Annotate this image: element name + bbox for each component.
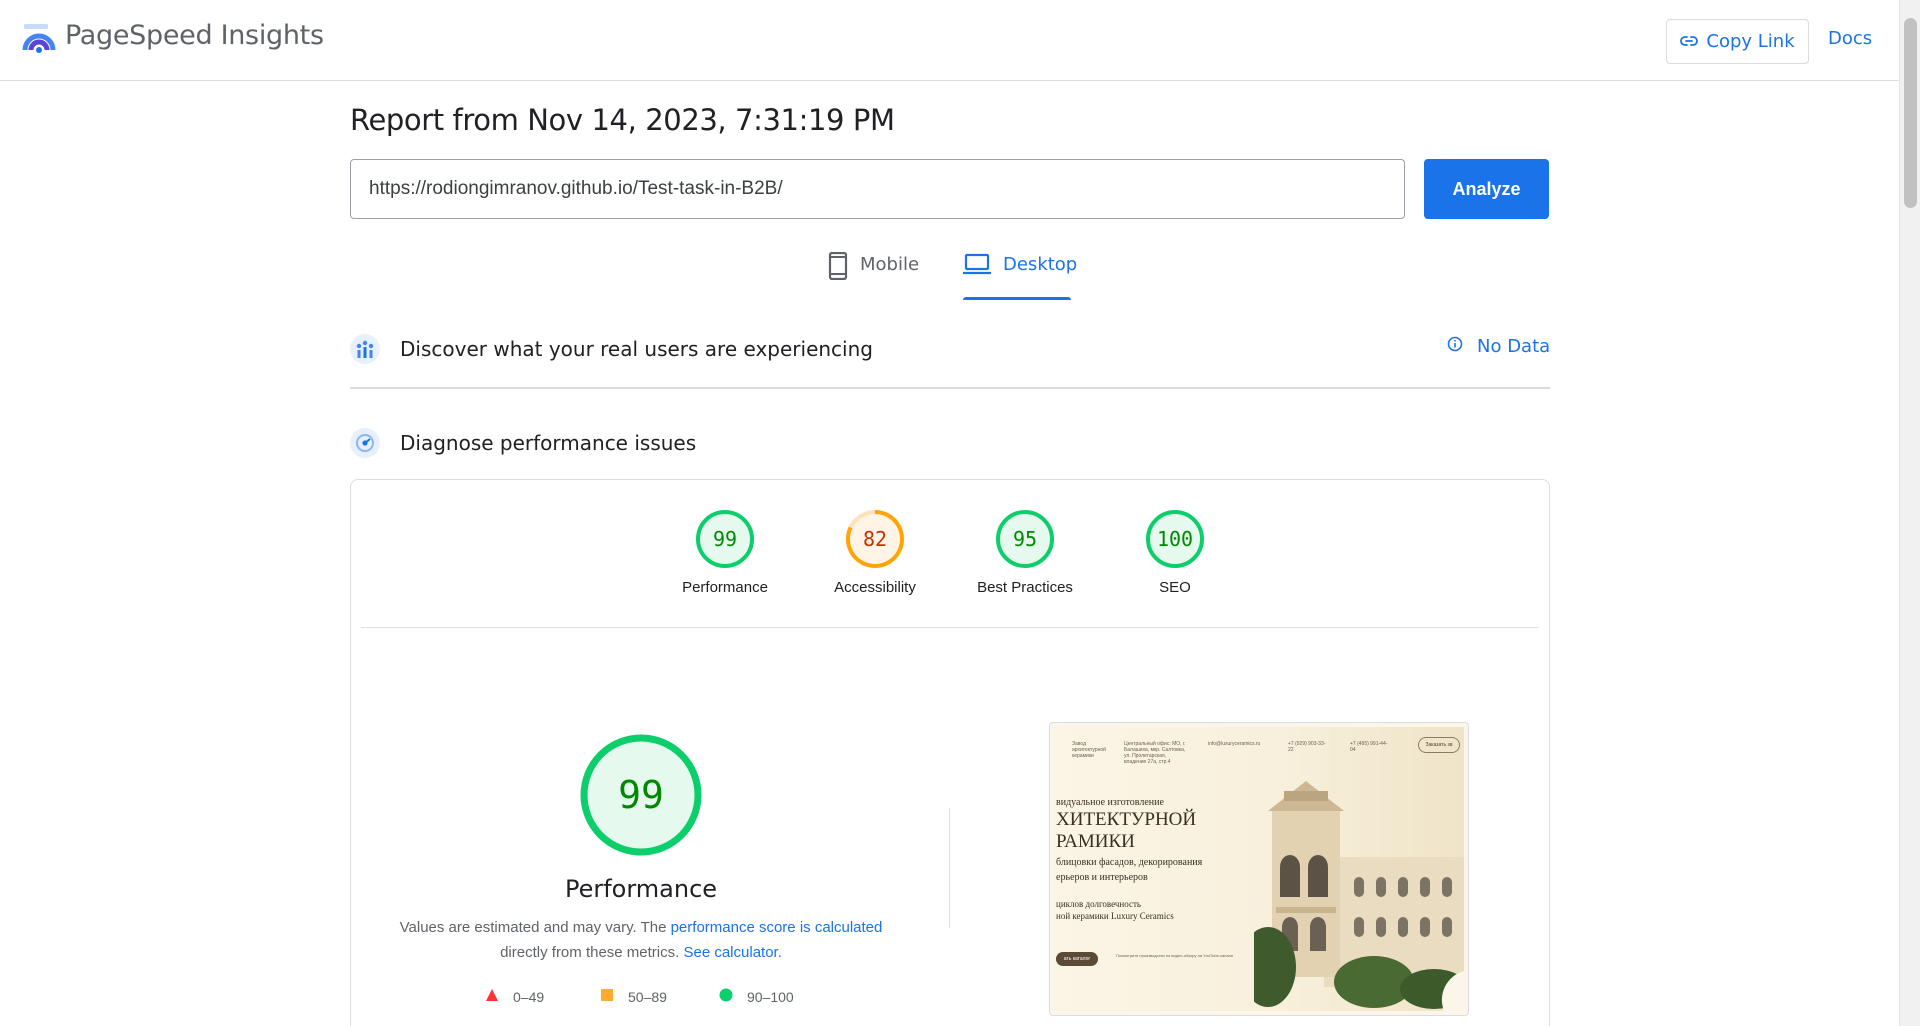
legend-label: 50–89 — [628, 988, 667, 1005]
performance-big-gauge: 99 — [579, 733, 703, 857]
laptop-icon — [963, 252, 991, 281]
screenshot-text: Посмотрите производство по видео-обзору … — [1116, 953, 1234, 958]
desc-text: Values are estimated and may vary. The — [399, 919, 671, 936]
final-screenshot[interactable]: Завод архитектурной керамики Центральный… — [1049, 722, 1469, 1016]
screenshot-text: ной керамики Luxury Ceramics — [1056, 911, 1174, 921]
score-value: 99 — [713, 527, 737, 551]
diagnose-title: Diagnose performance issues — [400, 431, 697, 455]
screenshot-heading: РАМИКИ — [1056, 831, 1135, 852]
see-calculator-link[interactable]: See calculator. — [683, 944, 781, 961]
performance-title: Performance — [564, 875, 718, 903]
green-circle-icon — [719, 988, 733, 1005]
gauge-ring: 95 — [996, 510, 1054, 568]
page-scrollbar[interactable] — [1899, 0, 1920, 1026]
users-chart-icon — [350, 334, 380, 364]
screenshot-nav: Завод архитектурной керамики Центральный… — [1072, 741, 1458, 765]
active-tab-indicator — [963, 297, 1071, 300]
score-gauge-seo[interactable]: 100 SEO — [1100, 508, 1250, 596]
castle-illustration — [1254, 781, 1464, 1011]
screenshot-text: блицовки фасадов, декорирования — [1056, 857, 1203, 868]
screenshot-nav-item: Центральный офис: МО, г. Балашиха, мкр. … — [1124, 741, 1186, 765]
legend-item-fail: 0–49 — [485, 988, 544, 1005]
screenshot-nav-item: +7 (495) 991-44-04 — [1350, 741, 1388, 753]
legend-label: 90–100 — [747, 988, 794, 1005]
legend-item-pass: 90–100 — [719, 988, 794, 1005]
score-gauge-performance[interactable]: 99 Performance — [650, 508, 800, 596]
score-label: Performance — [682, 579, 768, 596]
top-app-bar: PageSpeed Insights Copy Link Docs — [0, 0, 1899, 81]
tab-mobile-label: Mobile — [860, 254, 920, 275]
copy-link-label: Copy Link — [1706, 31, 1795, 52]
section-divider — [350, 387, 1550, 389]
app-title[interactable]: PageSpeed Insights — [65, 20, 324, 51]
tab-desktop[interactable]: Desktop — [963, 252, 1077, 302]
field-data-title: Discover what your real users are experi… — [400, 337, 873, 361]
screenshot-cta: Заказать зв — [1418, 737, 1460, 753]
screenshot-nav-item: Завод архитектурной керамики — [1072, 741, 1106, 759]
copy-link-button[interactable]: Copy Link — [1666, 19, 1809, 64]
score-gauge-best-practices[interactable]: 95 Best Practices — [950, 508, 1100, 596]
score-gauge-accessibility[interactable]: 82 Accessibility — [800, 508, 950, 596]
card-divider — [361, 627, 1539, 628]
score-label: SEO — [1159, 579, 1191, 596]
gauge-ring: 100 — [1146, 510, 1204, 568]
tab-desktop-label: Desktop — [1003, 254, 1078, 275]
scrollbar-thumb[interactable] — [1904, 18, 1917, 208]
analyze-button[interactable]: Analyze — [1424, 159, 1549, 219]
vertical-divider — [949, 808, 950, 928]
score-label: Best Practices — [977, 579, 1073, 596]
score-value: 100 — [1157, 527, 1193, 551]
screenshot-button: ать каталог — [1056, 952, 1098, 966]
score-value: 82 — [863, 527, 887, 551]
no-data-link[interactable]: No Data — [1447, 336, 1550, 357]
legend-label: 0–49 — [513, 988, 545, 1005]
score-label: Accessibility — [834, 579, 916, 596]
screenshot-text: видуальное изготовление — [1056, 797, 1164, 808]
phone-icon — [828, 251, 848, 285]
screenshot-heading: ХИТЕКТУРНОЙ — [1056, 809, 1197, 830]
red-triangle-icon — [485, 988, 499, 1005]
screenshot-text: циклов долговечность — [1056, 899, 1141, 909]
performance-description: Values are estimated and may vary. The p… — [381, 915, 901, 965]
score-value: 95 — [1013, 527, 1037, 551]
screenshot-nav-item: info@luxuryceramics.ru — [1208, 741, 1261, 747]
score-calculated-link[interactable]: performance score is calculated — [671, 919, 883, 936]
link-icon — [1680, 31, 1699, 52]
url-input[interactable] — [350, 159, 1405, 219]
pagespeed-logo-icon[interactable] — [22, 22, 56, 56]
desc-text: directly from these metrics. — [500, 944, 684, 961]
info-icon — [1447, 336, 1463, 357]
performance-score-value: 99 — [618, 773, 664, 817]
docs-link[interactable]: Docs — [1828, 28, 1872, 49]
orange-square-icon — [600, 988, 614, 1005]
screenshot-nav-item: +7 (929) 903-33-22 — [1288, 741, 1326, 753]
screenshot-image: Завод архитектурной керамики Центральный… — [1054, 727, 1464, 1011]
report-title: Report from Nov 14, 2023, 7:31:19 PM — [350, 103, 895, 137]
screenshot-text: ерьеров и интерьеров — [1056, 872, 1148, 883]
legend-item-average: 50–89 — [600, 988, 667, 1005]
tab-mobile[interactable]: Mobile — [828, 251, 920, 302]
lighthouse-report-card: 99 Performance 82 Accessibility 95 Best … — [350, 479, 1550, 1026]
gauge-ring: 99 — [696, 510, 754, 568]
speed-gauge-icon — [350, 428, 380, 458]
no-data-label: No Data — [1477, 336, 1551, 357]
gauge-ring: 82 — [846, 510, 904, 568]
